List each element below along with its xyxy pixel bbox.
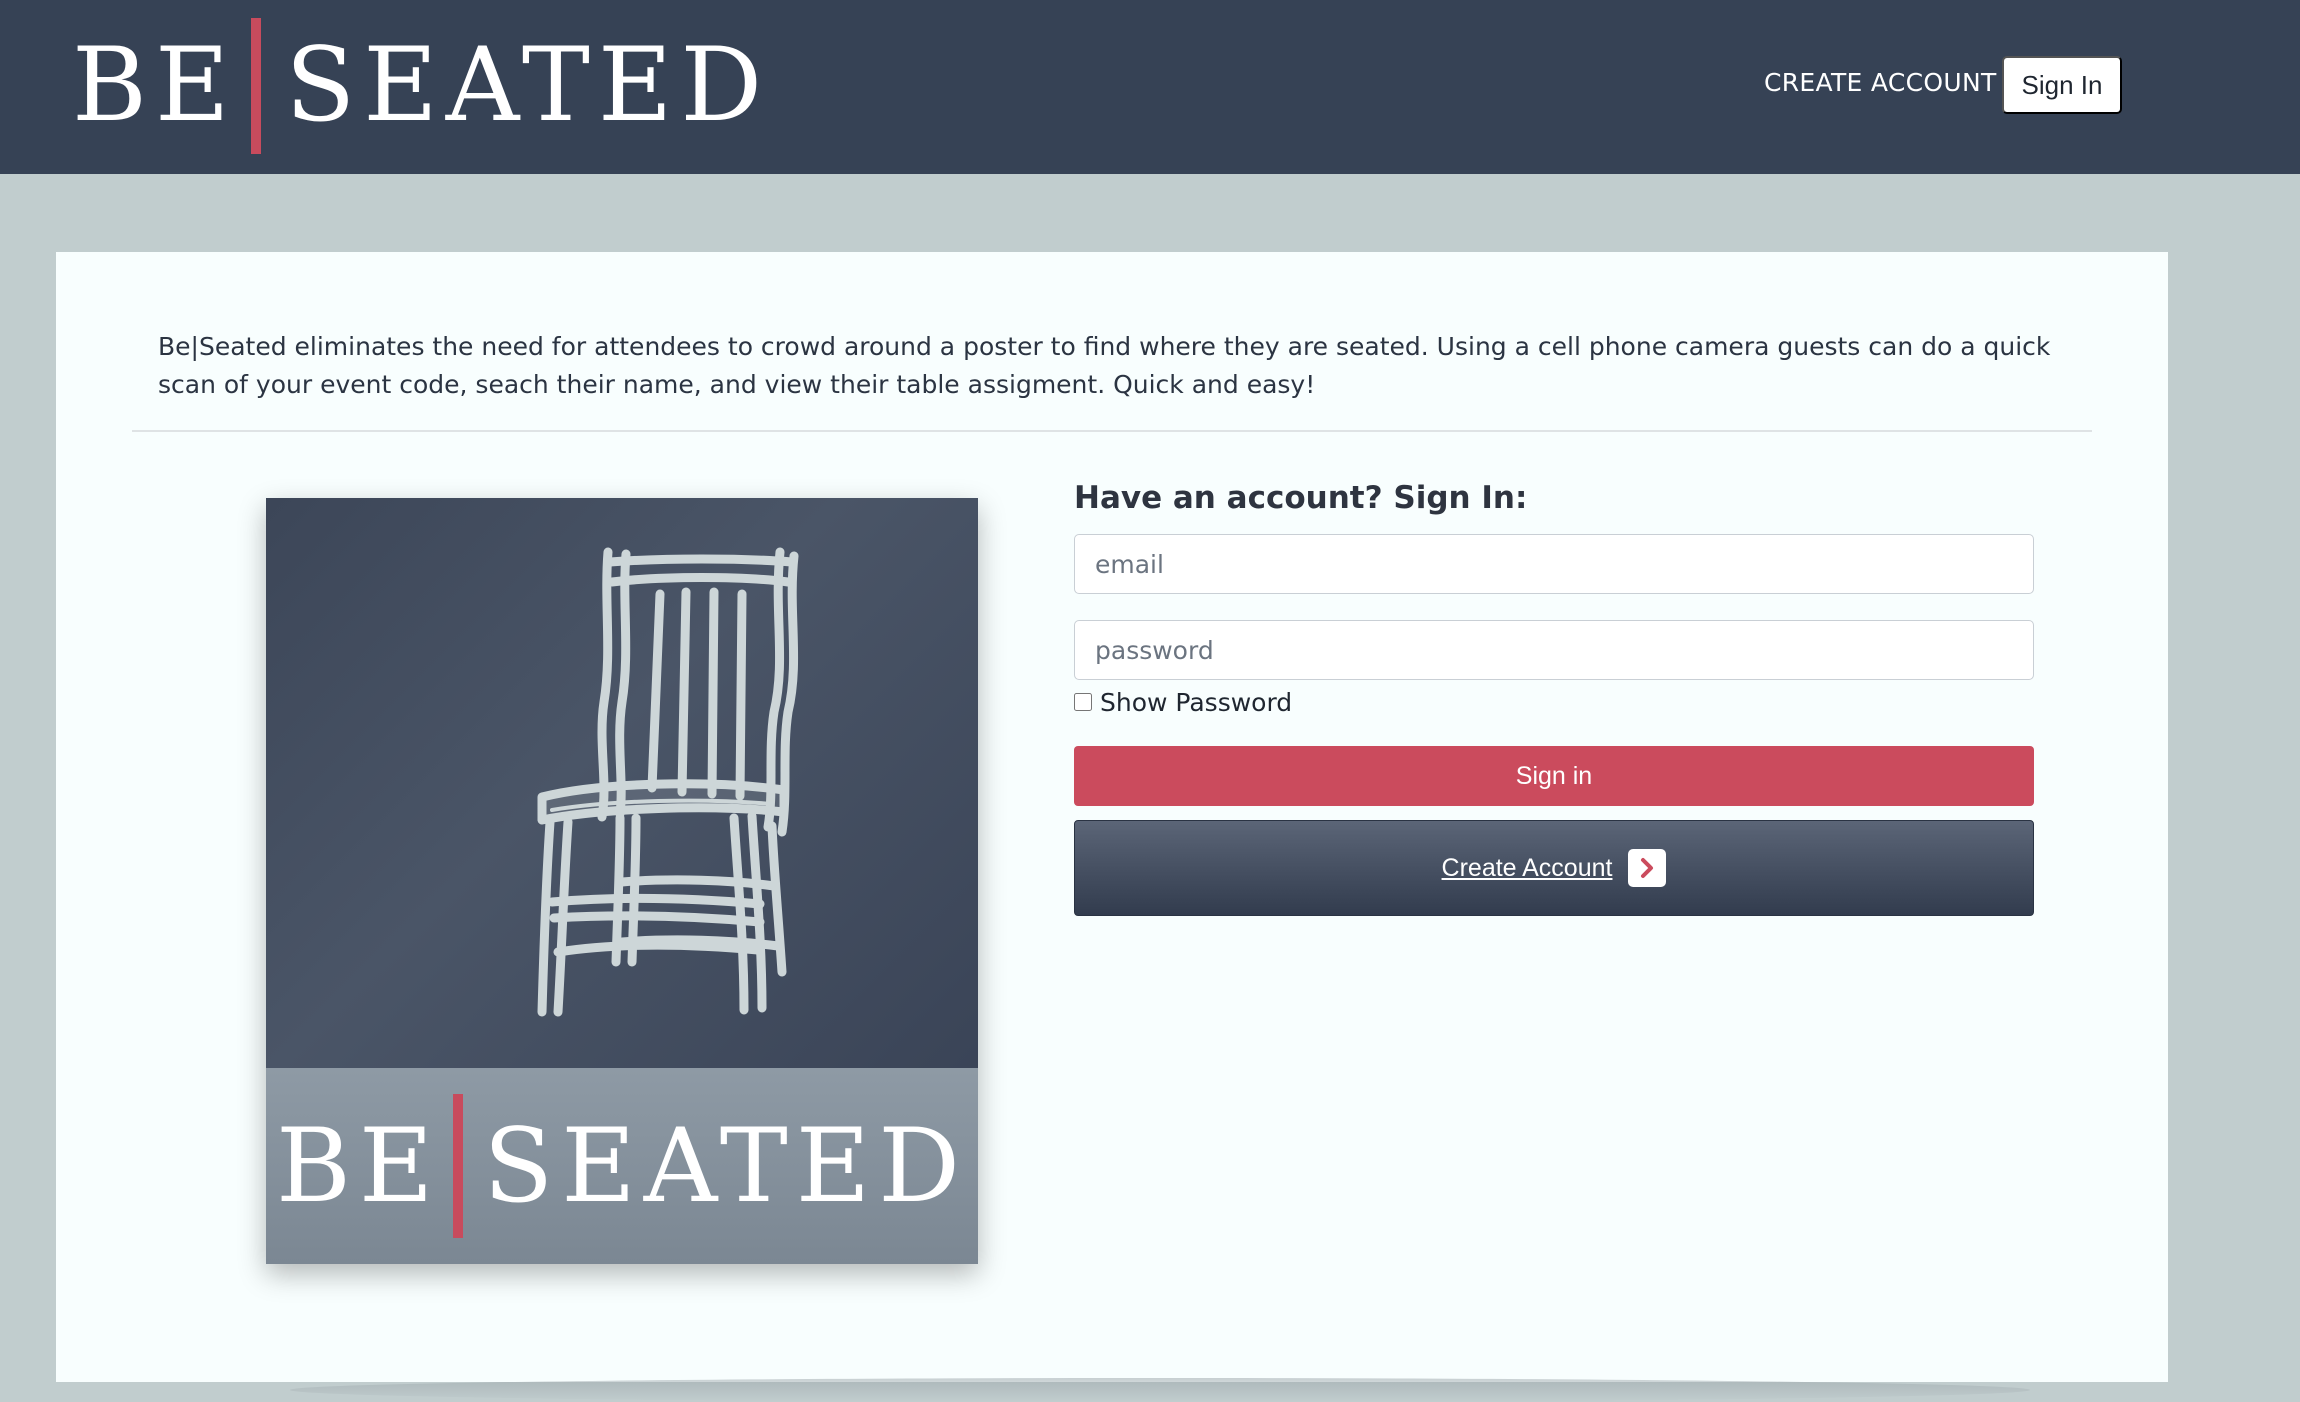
create-account-label: Create Account [1441, 853, 1613, 882]
chevron-right-icon [1628, 849, 1667, 887]
brand-logo[interactable]: BE SEATED [72, 18, 770, 154]
card-bottom-shadow [290, 1378, 2030, 1402]
brand-text-be: BE [72, 26, 238, 145]
create-account-button[interactable]: Create Account [1074, 820, 2034, 916]
password-field[interactable] [1074, 620, 2034, 680]
logo-divider-bar [453, 1094, 464, 1238]
logo-text-be: BE [275, 1106, 442, 1226]
sign-in-heading: Have an account? Sign In: [1074, 480, 1528, 516]
main-card: Be|Seated eliminates the need for attend… [56, 252, 2168, 1382]
logo-image-bottom: BE SEATED [266, 1068, 978, 1264]
show-password-checkbox[interactable] [1074, 693, 1092, 711]
show-password-toggle[interactable]: Show Password [1074, 686, 1292, 718]
chair-icon [537, 547, 799, 1017]
nav-create-account-link[interactable]: CREATE ACCOUNT [1764, 68, 1997, 97]
intro-text: Be|Seated eliminates the need for attend… [158, 332, 2051, 399]
brand-divider-bar [251, 18, 262, 154]
divider [132, 430, 2092, 432]
logo-text-seated: SEATED [483, 1106, 969, 1226]
logo-image-top [266, 498, 978, 1068]
sign-in-submit-button[interactable]: Sign in [1074, 746, 2034, 806]
beseated-logo-image: BE SEATED [266, 498, 978, 1264]
top-navbar: BE SEATED CREATE ACCOUNT Sign In [0, 0, 2300, 174]
email-field[interactable] [1074, 534, 2034, 594]
brand-text-seated: SEATED [285, 26, 771, 145]
logo-wordmark: BE SEATED [266, 1068, 978, 1264]
nav-sign-in-button[interactable]: Sign In [2002, 56, 2122, 114]
show-password-label: Show Password [1100, 687, 1293, 717]
